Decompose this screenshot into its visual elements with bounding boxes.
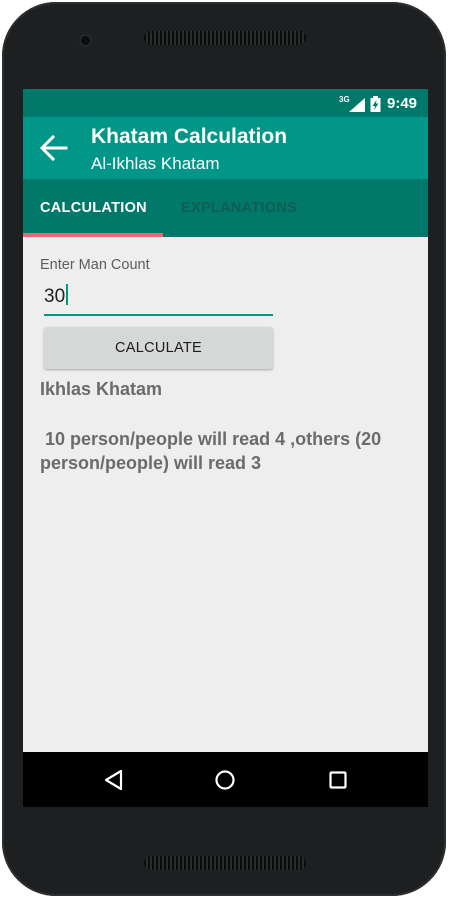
nav-home-button[interactable] [212,767,238,793]
calculate-button[interactable]: CALCULATE [44,327,273,369]
nav-recents-button[interactable] [325,767,351,793]
app-subtitle: Al-Ikhlas Khatam [91,154,220,173]
app-bar: Khatam Calculation Al-Ikhlas Khatam [23,117,428,179]
status-bar: 3G 9:49 [23,89,428,117]
navigation-bar [23,752,428,807]
front-camera [81,36,90,45]
input-underline [44,314,273,316]
app-title: Khatam Calculation [91,125,288,148]
tab-explanations[interactable]: EXPLANATIONS [181,179,297,237]
man-count-value: 30 [44,286,66,307]
signal-icon [349,98,365,112]
arrow-left-icon [39,134,68,162]
screen: 3G 9:49 Khatam Calculation Al-Ikhlas Kha… [23,89,428,807]
tab-indicator [23,233,163,237]
status-time: 9:49 [387,95,418,112]
battery-charging-icon [370,96,381,112]
man-count-input[interactable]: 30 [44,280,273,316]
back-triangle-icon [104,769,123,791]
home-circle-icon [215,770,235,790]
result-title: Ikhlas Khatam [40,379,163,399]
tab-calculation[interactable]: CALCULATION [40,179,147,237]
phone-frame: 3G 9:49 Khatam Calculation Al-Ikhlas Kha… [2,2,446,896]
recents-square-icon [329,771,347,789]
result-text: 10 person/people will read 4 ,others (20… [40,429,387,473]
man-count-label: Enter Man Count [40,257,150,273]
nav-back-button[interactable] [101,767,127,793]
bottom-speaker-grille [144,856,306,870]
text-cursor [66,284,69,305]
top-speaker-grille [144,31,306,45]
back-button[interactable] [39,134,69,162]
tab-bar: CALCULATION EXPLANATIONS [23,179,428,237]
